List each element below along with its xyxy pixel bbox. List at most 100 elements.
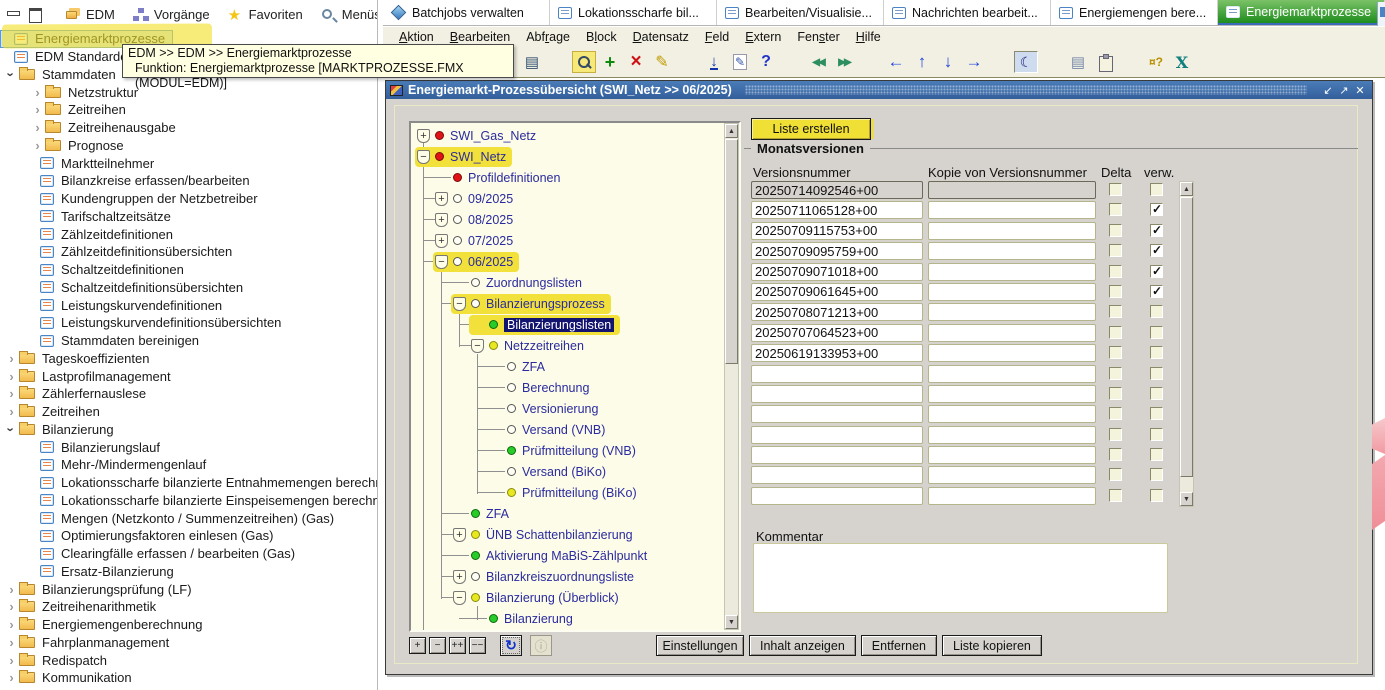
toolbar-icon[interactable]: → <box>962 51 986 73</box>
sidebar-item[interactable]: Zeitreihen <box>0 403 377 421</box>
verw-checkbox[interactable] <box>1150 265 1163 278</box>
sidebar-item[interactable]: Ersatz-Bilanzierung <box>0 563 377 581</box>
versionsnummer-field[interactable] <box>751 385 923 403</box>
process-tree-node[interactable]: Aktivierung MaBiS-Zählpunkt <box>411 545 725 566</box>
scrollbar-thumb[interactable] <box>725 139 738 364</box>
document-tab[interactable]: Lokationsscharfe bil... <box>550 0 717 25</box>
tree-scrollbar[interactable]: ▲ ▼ <box>724 123 739 630</box>
kopie-field[interactable] <box>928 324 1096 342</box>
versionsnummer-field[interactable] <box>751 446 923 464</box>
minimize-panel-icon[interactable] <box>6 8 20 20</box>
kommentar-textarea[interactable] <box>753 543 1168 613</box>
expand-chevron-icon[interactable] <box>4 351 19 366</box>
toolbar-icon[interactable]: ¤? <box>1144 51 1168 73</box>
sidebar-item[interactable]: Mehr-/Mindermengenlauf <box>0 456 377 474</box>
delta-checkbox[interactable] <box>1109 285 1122 298</box>
action-button[interactable]: Entfernen <box>861 635 937 656</box>
document-tab[interactable]: Nachrichten bearbeit... <box>884 0 1051 25</box>
process-tree-node[interactable]: Profildefinitionen <box>411 167 725 188</box>
kopie-field[interactable] <box>928 466 1096 484</box>
delta-checkbox[interactable] <box>1109 367 1122 380</box>
sidebar-item[interactable]: Schaltzeitdefinitionen <box>0 261 377 279</box>
process-tree-node[interactable]: ZFA <box>411 356 725 377</box>
sidebar-item[interactable]: Prognose <box>0 137 377 155</box>
menu-item[interactable]: Extern <box>737 28 789 46</box>
sidebar-item[interactable]: Zeitreihenausgabe <box>0 119 377 137</box>
tree-expander-icon[interactable] <box>435 192 448 206</box>
versionsnummer-field[interactable] <box>751 365 923 383</box>
kopie-field[interactable] <box>928 263 1096 281</box>
einstellungen-button[interactable]: Einstellungen <box>656 635 744 656</box>
sidebar-item[interactable]: Zählzeitdefinitionsübersichten <box>0 243 377 261</box>
toolbar-icon[interactable] <box>1040 51 1064 73</box>
process-tree-node[interactable]: Versand (VNB) <box>411 419 725 440</box>
menu-item[interactable]: Fenster <box>789 28 847 46</box>
versionsnummer-field[interactable] <box>751 487 923 505</box>
verw-checkbox[interactable] <box>1150 387 1163 400</box>
verw-checkbox[interactable] <box>1150 244 1163 257</box>
tree-expander-icon[interactable] <box>453 528 466 542</box>
sidebar-item[interactable]: Clearingfälle erfassen / bearbeiten (Gas… <box>0 545 377 563</box>
scroll-down-icon[interactable]: ▼ <box>1180 492 1193 506</box>
sidebar-item[interactable]: Leistungskurvendefinitionen <box>0 296 377 314</box>
process-tree-node[interactable]: Versionierung <box>411 398 725 419</box>
kopie-field[interactable] <box>928 446 1096 464</box>
process-tree-node[interactable]: Berechnung <box>411 377 725 398</box>
verw-checkbox[interactable] <box>1150 489 1163 502</box>
delta-checkbox[interactable] <box>1109 203 1122 216</box>
process-tree-node[interactable]: ÜNB Schattenbilanzierung <box>411 524 725 545</box>
expand-chevron-icon[interactable] <box>30 102 45 117</box>
expand-chevron-icon[interactable] <box>30 120 45 135</box>
sidebar-item[interactable]: Bilanzkreise erfassen/bearbeiten <box>0 172 377 190</box>
document-tab[interactable]: Energiemengen bere... <box>1051 0 1218 25</box>
process-tree-node[interactable]: 08/2025 <box>411 209 725 230</box>
process-tree-node[interactable]: 09/2025 <box>411 188 725 209</box>
delta-checkbox[interactable] <box>1109 407 1122 420</box>
menu-item[interactable]: Abfrage <box>518 28 578 46</box>
tree-expander-icon[interactable] <box>435 213 448 227</box>
sidebar-item[interactable]: Bilanzierung <box>0 421 377 439</box>
delta-checkbox[interactable] <box>1109 346 1122 359</box>
process-tree-node[interactable]: Bilanzierungsprozess <box>411 293 725 314</box>
delta-checkbox[interactable] <box>1109 387 1122 400</box>
expand-chevron-icon[interactable] <box>4 422 19 437</box>
versionsnummer-field[interactable] <box>751 201 923 219</box>
process-tree-node[interactable]: ZFA <box>411 503 725 524</box>
toolbar-icon[interactable]: ✎ <box>650 51 674 73</box>
expand-chevron-icon[interactable] <box>30 85 45 100</box>
delta-checkbox[interactable] <box>1109 305 1122 318</box>
expand-chevron-icon[interactable] <box>4 653 19 668</box>
tree-expander-icon[interactable] <box>417 150 430 164</box>
versionsnummer-field[interactable] <box>751 181 923 199</box>
expand-chevron-icon[interactable] <box>4 582 19 597</box>
process-tree-node[interactable]: Bilanzkreiszuordnungsliste <box>411 566 725 587</box>
kopie-field[interactable] <box>928 201 1096 219</box>
expand-node-button[interactable]: + <box>409 637 426 654</box>
kopie-field[interactable] <box>928 487 1096 505</box>
toolbar-icon[interactable]: ☾ <box>1014 51 1038 73</box>
versionsnummer-field[interactable] <box>751 426 923 444</box>
sidebar-item[interactable]: Marktteilnehmer <box>0 154 377 172</box>
document-tab[interactable]: Batchjobs verwalten <box>383 0 550 25</box>
window-restore-icon[interactable]: ↗ <box>1336 84 1352 97</box>
tree-expander-icon[interactable] <box>435 255 448 269</box>
sidebar-item[interactable]: Zeitreihen <box>0 101 377 119</box>
expand-chevron-icon[interactable] <box>4 386 19 401</box>
delta-checkbox[interactable] <box>1109 224 1122 237</box>
toolbar-icon[interactable]: ▤ <box>1066 51 1090 73</box>
kopie-field[interactable] <box>928 344 1096 362</box>
process-tree-node[interactable]: Bilanzierungslisten <box>411 314 725 335</box>
tree-expander-icon[interactable] <box>417 129 430 143</box>
sidebar-item[interactable]: Kundengruppen der Netzbetreiber <box>0 190 377 208</box>
sidebar-item[interactable]: Stammdaten bereinigen <box>0 332 377 350</box>
toolbar-icon[interactable]: ← <box>884 51 908 73</box>
sidebar-nav-tab[interactable]: EDM <box>58 4 122 25</box>
document-tab[interactable]: Energiemarktprozesse ✕ <box>1218 0 1385 25</box>
verw-checkbox[interactable] <box>1150 448 1163 461</box>
sidebar-item[interactable]: Schaltzeitdefinitionsübersichten <box>0 279 377 297</box>
sidebar-item[interactable]: Redispatch <box>0 651 377 669</box>
liste-erstellen-button[interactable]: Liste erstellen <box>751 118 871 140</box>
verw-checkbox[interactable] <box>1150 224 1163 237</box>
collapse-all-button[interactable]: −− <box>469 637 486 654</box>
toolbar-icon[interactable] <box>1196 51 1220 73</box>
